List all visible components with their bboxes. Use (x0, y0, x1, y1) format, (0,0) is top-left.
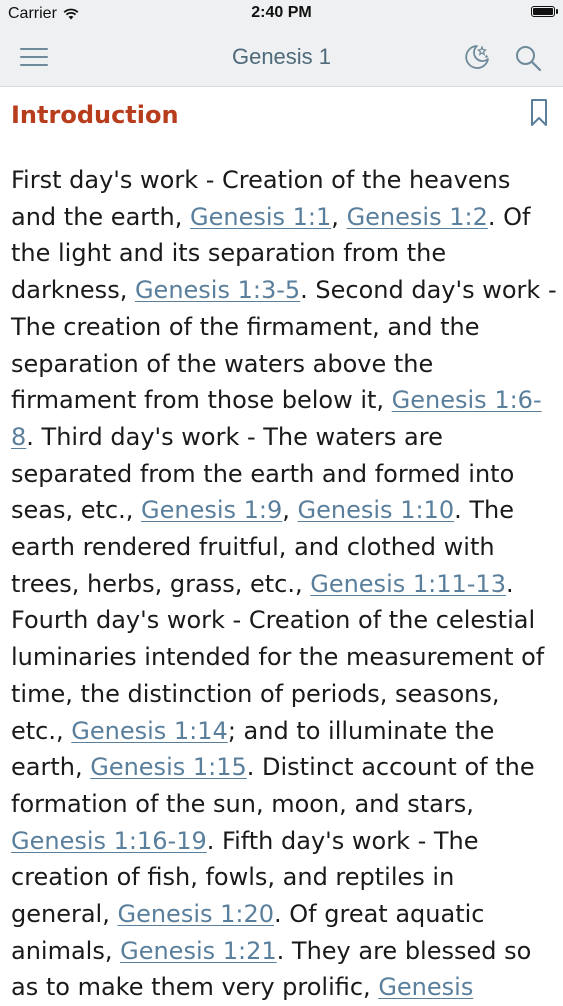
verse-link[interactable]: Genesis 1:1 (190, 203, 331, 231)
verse-link[interactable]: Genesis 1:20 (117, 900, 274, 928)
verse-link[interactable]: Genesis 1:11-13 (310, 570, 506, 598)
verse-link[interactable]: Genesis 1:3-5 (135, 276, 300, 304)
verse-link[interactable]: Genesis 1:9 (141, 496, 282, 524)
verse-link[interactable]: Genesis 1:21 (120, 937, 277, 965)
text-segment: , (282, 496, 298, 525)
section-heading: Introduction (11, 101, 179, 129)
text-segment: , (331, 202, 347, 231)
bookmark-icon[interactable] (529, 98, 549, 128)
verse-link[interactable]: Genesis 1:14 (71, 717, 228, 745)
verse-link[interactable]: Genesis 1:16-19 (11, 827, 207, 855)
navigation-bar: Genesis 1 (0, 28, 563, 87)
search-icon[interactable] (513, 43, 543, 73)
verse-link[interactable]: Genesis 1:2 (347, 203, 488, 231)
verse-link[interactable]: Genesis 1:10 (298, 496, 455, 524)
night-mode-icon[interactable] (462, 42, 492, 72)
verse-link[interactable]: Genesis 1:15 (90, 753, 247, 781)
status-time: 2:40 PM (251, 4, 312, 21)
verse-link[interactable]: Genesis (378, 973, 473, 1001)
battery-icon (531, 6, 558, 17)
chapter-introduction-text: First day's work - Creation of the heave… (11, 162, 559, 1006)
status-right (531, 6, 558, 17)
status-bar: Carrier 2:40 PM (0, 0, 563, 28)
